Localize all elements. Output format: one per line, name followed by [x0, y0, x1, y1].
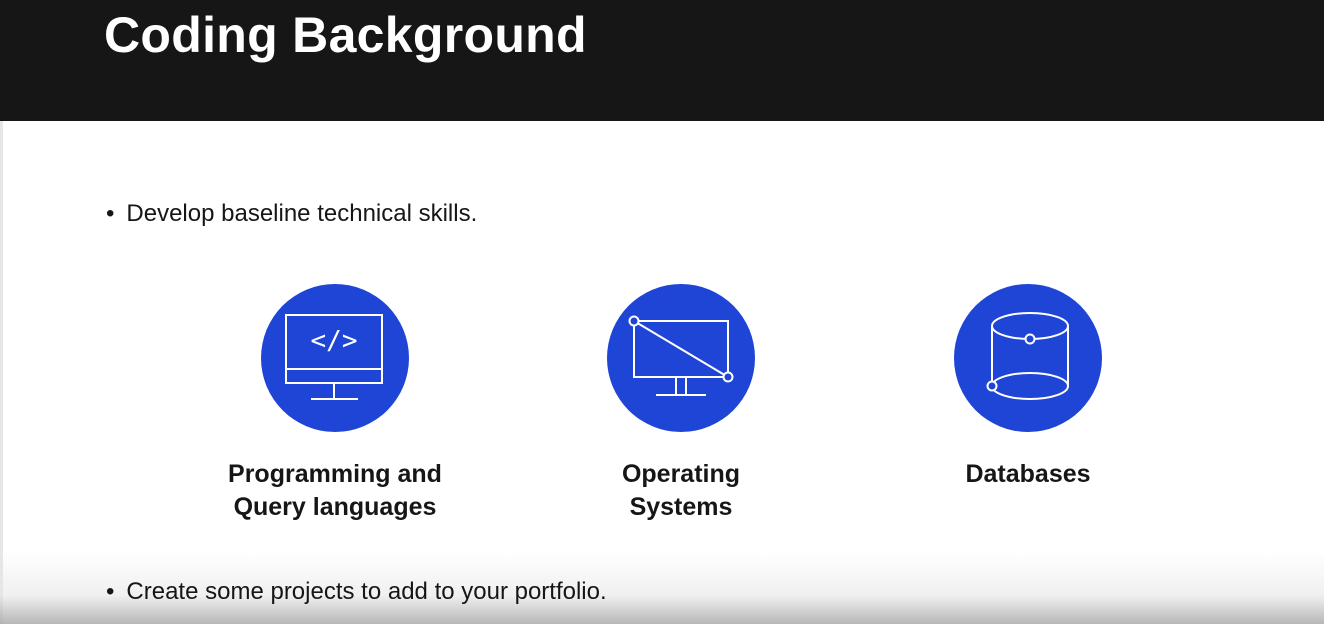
bullet-symbol: • — [106, 578, 115, 605]
skill-item-programming: </> Programming and Query languages — [205, 284, 465, 524]
skill-label-line: Operating — [621, 460, 741, 488]
bullet-text: Create some projects to add to your port… — [126, 578, 607, 605]
bullet-item-projects: • Create some projects to add to your por… — [106, 577, 607, 607]
skill-item-databases: Databases — [898, 284, 1158, 491]
skill-label: Databases — [898, 458, 1158, 491]
skill-label: Operating Systems — [551, 458, 811, 524]
slide: Coding Background • Develop baseline tech… — [0, 0, 1324, 624]
title-bar: Coding Background — [0, 0, 1324, 121]
skill-label: Programming and Query languages — [205, 458, 465, 524]
icon-circle — [607, 284, 755, 432]
skill-item-operating-systems: Operating Systems — [551, 284, 811, 524]
bullet-text: Develop baseline technical skills. — [126, 200, 478, 227]
icon-circle — [954, 284, 1102, 432]
skill-label-line: Databases — [965, 460, 1091, 488]
skill-label-line: Query languages — [233, 493, 437, 521]
icon-circle: </> — [261, 284, 409, 432]
code-glyph: </> — [311, 326, 358, 356]
slide-title: Coding Background — [104, 7, 587, 63]
skill-label-line: Systems — [629, 493, 733, 521]
code-monitor-icon: </> — [285, 314, 383, 400]
bullet-symbol: • — [106, 200, 115, 227]
database-cylinder-icon — [986, 312, 1069, 400]
bullet-item-skills: • Develop baseline technical skills. — [106, 199, 477, 229]
slide-edge-divider — [0, 121, 3, 624]
skill-label-line: Programming and — [228, 460, 442, 488]
monitor-diagonal-icon — [628, 315, 734, 396]
